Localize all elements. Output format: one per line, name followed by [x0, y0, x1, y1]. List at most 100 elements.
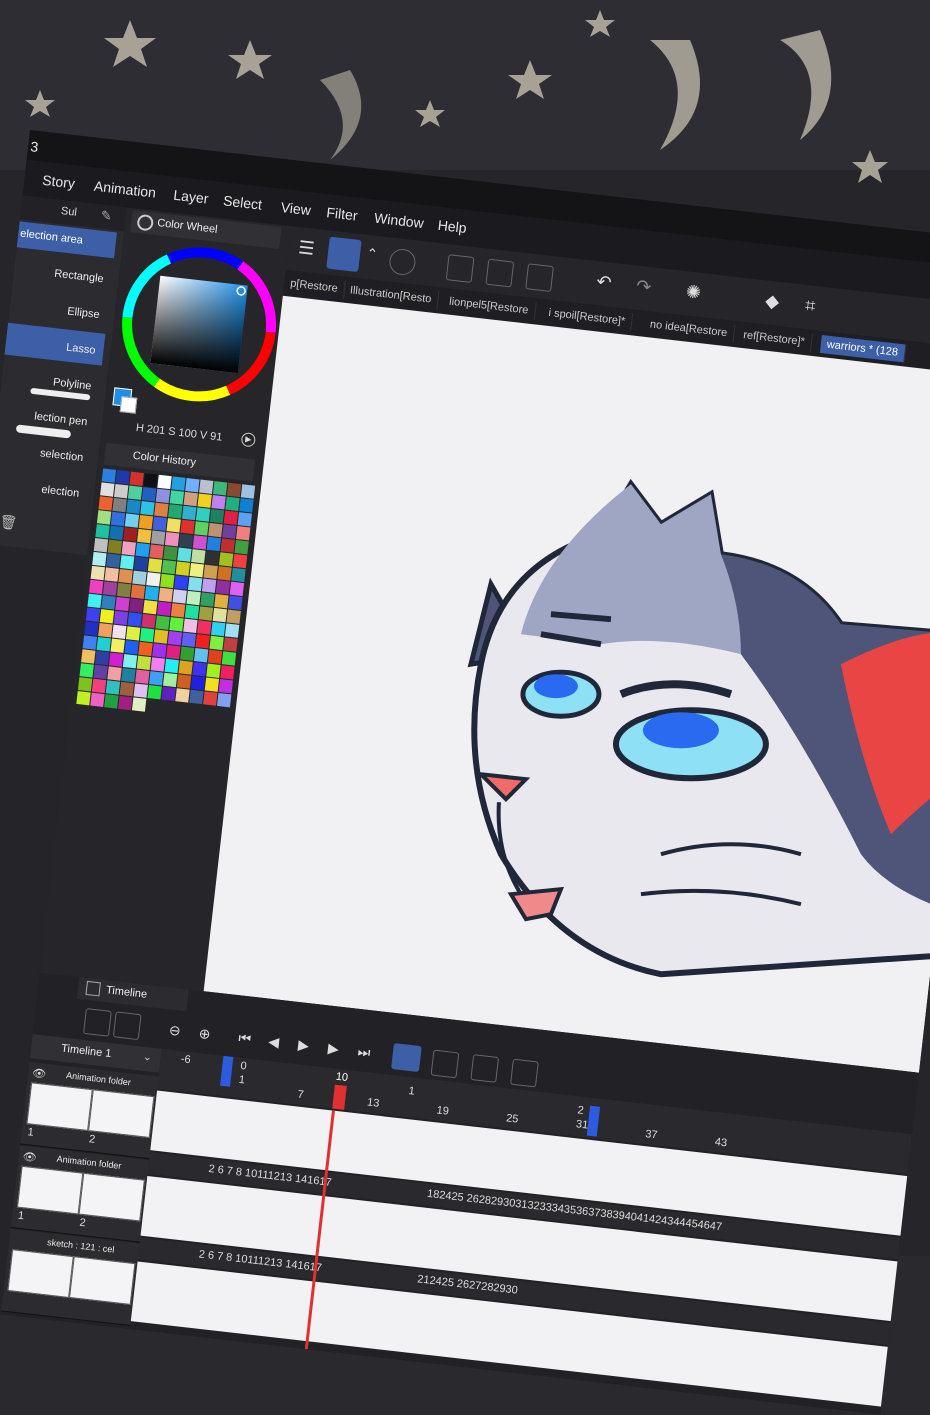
color-history-swatch[interactable]: [143, 599, 158, 615]
color-history-swatch[interactable]: [223, 637, 238, 652]
loop-icon[interactable]: [391, 1043, 422, 1073]
color-history-swatch[interactable]: [113, 610, 129, 626]
color-history-swatch[interactable]: [139, 627, 155, 643]
cel-thumbnail[interactable]: [88, 1089, 155, 1139]
new-cel-icon[interactable]: [430, 1049, 460, 1079]
zoom-out-icon[interactable]: ⊖: [168, 1022, 181, 1040]
transform-icon[interactable]: [388, 247, 417, 277]
color-history-swatch[interactable]: [156, 601, 172, 616]
color-history-swatch[interactable]: [77, 677, 93, 692]
color-history-swatch[interactable]: [87, 593, 102, 609]
color-history-swatch[interactable]: [114, 483, 129, 499]
color-history-swatch[interactable]: [164, 532, 180, 547]
drawing-canvas[interactable]: [203, 295, 930, 1073]
color-history-swatch[interactable]: [112, 497, 127, 513]
color-history-swatch[interactable]: [147, 685, 162, 700]
color-history-swatch[interactable]: [171, 476, 186, 491]
tool-selection-pen[interactable]: lection pen: [0, 394, 97, 439]
color-history-swatch[interactable]: [178, 533, 194, 548]
undo-icon[interactable]: ↶: [595, 271, 612, 294]
color-history-swatch[interactable]: [211, 621, 226, 637]
color-history-swatch[interactable]: [189, 563, 204, 578]
color-history-swatch[interactable]: [129, 471, 144, 487]
color-history-swatch[interactable]: [161, 686, 176, 702]
color-history-swatch[interactable]: [191, 549, 206, 564]
new-timeline-icon[interactable]: [83, 1007, 112, 1037]
color-history-swatch[interactable]: [155, 488, 171, 504]
color-history-swatch[interactable]: [170, 603, 186, 618]
cel-thumbnail[interactable]: [7, 1249, 74, 1298]
color-history-swatch[interactable]: [152, 643, 167, 658]
color-history-swatch[interactable]: [181, 632, 197, 647]
color-history-swatch[interactable]: [218, 552, 234, 567]
last-frame-icon[interactable]: ⏭: [357, 1043, 371, 1061]
cel-thumbnail[interactable]: [78, 1172, 145, 1222]
range-start-marker[interactable]: [220, 1055, 234, 1087]
color-history-swatch[interactable]: [197, 620, 212, 635]
color-history-swatch[interactable]: [93, 664, 108, 680]
color-history-swatch[interactable]: [147, 558, 163, 573]
color-history-swatch[interactable]: [239, 498, 254, 513]
color-history-swatch[interactable]: [203, 564, 218, 579]
color-history-swatch[interactable]: [212, 607, 227, 623]
color-history-swatch[interactable]: [180, 519, 195, 535]
color-history-swatch[interactable]: [181, 505, 197, 521]
cel-thumbnail[interactable]: [26, 1082, 93, 1132]
color-history-swatch[interactable]: [84, 621, 99, 636]
color-history-swatch[interactable]: [183, 618, 198, 634]
menu-item-layer[interactable]: Layer: [173, 187, 210, 207]
color-history-swatch[interactable]: [166, 644, 181, 660]
menu-item-story[interactable]: Story: [42, 172, 76, 192]
new-file-icon[interactable]: [445, 254, 475, 283]
color-history-swatch[interactable]: [212, 481, 228, 496]
color-history-swatch[interactable]: [127, 485, 143, 500]
color-history-swatch[interactable]: [169, 617, 184, 632]
color-history-swatch[interactable]: [192, 535, 208, 550]
color-history-swatch[interactable]: [90, 692, 105, 707]
color-history-swatch[interactable]: [104, 567, 119, 582]
color-history-swatch[interactable]: [240, 484, 256, 499]
color-history-swatch[interactable]: [211, 495, 226, 510]
color-history-swatch[interactable]: [206, 536, 222, 552]
color-history-swatch[interactable]: [158, 587, 173, 603]
color-history-swatch[interactable]: [195, 634, 210, 649]
color-history-swatch[interactable]: [137, 528, 152, 544]
color-history-swatch[interactable]: [135, 542, 150, 558]
color-history-swatch[interactable]: [79, 663, 94, 678]
saturation-value[interactable]: 100: [178, 427, 198, 441]
color-history-swatch[interactable]: [186, 590, 201, 606]
color-history-swatch[interactable]: [189, 689, 204, 705]
color-history-swatch[interactable]: [101, 595, 116, 610]
brightness-value[interactable]: 91: [209, 430, 223, 443]
range-end-marker[interactable]: [586, 1105, 601, 1137]
color-history-swatch[interactable]: [118, 568, 133, 584]
color-history-swatch[interactable]: [90, 565, 105, 581]
color-history-swatch[interactable]: [143, 473, 158, 488]
color-history-swatch[interactable]: [146, 572, 161, 587]
color-history-swatch[interactable]: [203, 691, 218, 706]
color-history-swatch[interactable]: [231, 567, 246, 583]
color-history-swatch[interactable]: [102, 581, 118, 596]
cel-thumbnail[interactable]: [69, 1256, 136, 1305]
color-history-swatch[interactable]: [237, 512, 253, 527]
color-history-swatch[interactable]: [76, 691, 91, 706]
color-history-swatch[interactable]: [104, 694, 119, 709]
play-button-icon[interactable]: ▶: [297, 1036, 310, 1054]
color-history-swatch[interactable]: [131, 697, 147, 712]
color-history-swatch[interactable]: [144, 586, 160, 601]
color-history-swatch[interactable]: [150, 657, 166, 672]
color-history-swatch[interactable]: [133, 683, 148, 698]
color-history-swatch[interactable]: [201, 578, 217, 593]
tool-rectangle[interactable]: Rectangle: [13, 251, 114, 294]
color-history-swatch[interactable]: [132, 570, 147, 585]
color-history-swatch[interactable]: [221, 651, 237, 666]
color-history-swatch[interactable]: [166, 518, 181, 533]
color-history-swatch[interactable]: [217, 566, 232, 581]
color-history-swatch[interactable]: [82, 635, 98, 650]
color-history-swatch[interactable]: [175, 688, 190, 703]
color-history-swatch[interactable]: [194, 521, 209, 536]
color-history-swatch[interactable]: [199, 479, 214, 494]
color-history-swatch[interactable]: [160, 573, 175, 589]
color-history-swatch[interactable]: [96, 510, 112, 525]
color-history-swatch[interactable]: [93, 538, 109, 553]
